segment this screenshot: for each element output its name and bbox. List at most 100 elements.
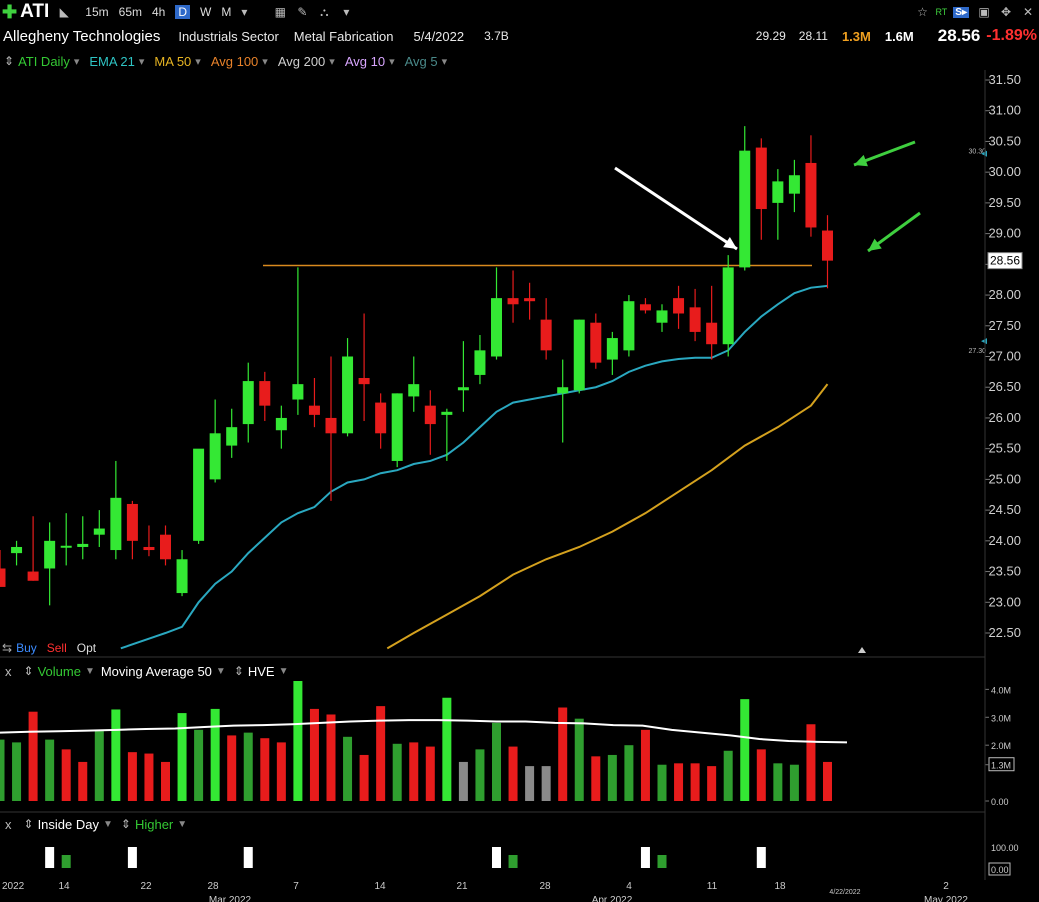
price-tick-label: 27.50 [988,318,1021,333]
chart-canvas[interactable]: 31.5031.0030.5030.0029.5029.0028.5028.00… [0,0,1039,902]
candle [573,319,585,394]
updown-icon[interactable]: ⇕ [24,817,34,831]
chevron-down-icon[interactable]: ▼ [85,666,95,677]
candle [110,460,122,560]
candle [557,359,569,443]
price-tick-label: 29.00 [988,226,1021,241]
candle [739,126,751,271]
price-tick-label: 30.50 [988,133,1021,148]
candle-body [606,338,618,360]
volume-bar [607,754,617,801]
volume-tick-label: 1.3M [991,761,1011,771]
volume-bar [144,753,154,801]
inside-day-bars: 100.00 0.00 [45,843,1019,876]
volume-bar [823,761,832,801]
candle-body [209,433,221,480]
candle [60,513,72,566]
candle-body [375,402,387,434]
chevron-down-icon[interactable]: ▼ [177,819,187,830]
candles [0,126,833,606]
price-tick-label: 31.00 [988,103,1021,118]
volume-ma-label[interactable]: Moving Average 50 [101,664,212,679]
ema-tag-pointer [981,338,987,345]
candle-body [772,181,784,203]
close-volume-panel[interactable]: x [5,664,12,679]
candle [639,298,651,314]
candle-body [557,387,569,394]
candle [193,448,205,544]
ema21-line [120,284,828,650]
candle [722,255,734,357]
candle-body [0,568,6,587]
volume-bar [409,742,419,801]
arrow-head [723,236,737,249]
candle-body [77,543,89,547]
close-indicator-panel[interactable]: x [5,817,12,832]
price-tick-label: 30.00 [988,164,1021,179]
candle-body [491,298,502,357]
candle [772,169,784,240]
hve-label[interactable]: HVE [248,664,275,679]
scroll-marker-icon [858,647,866,653]
price-tick-label: 22.50 [988,625,1021,640]
volume-label[interactable]: Volume [38,664,81,679]
updown-icon[interactable]: ⇕ [234,664,244,678]
trade-icon[interactable]: ⇆ [2,641,12,655]
x-axis-label: 28 [207,881,219,892]
candle-body [27,571,39,581]
volume-bar [0,739,5,801]
candle-body [193,448,205,541]
candle [342,338,354,437]
volume-bar [227,735,237,801]
candle [259,371,271,422]
volume-bar [392,743,402,801]
trade-buttons: ⇆ Buy Sell Opt [2,640,96,656]
x-axis-label: Apr 2022 [592,895,633,902]
price-tick-label: 25.00 [988,471,1021,486]
inside-day-label[interactable]: Inside Day [38,817,99,832]
candle [143,525,155,557]
candle [656,304,668,332]
higher-label[interactable]: Higher [135,817,173,832]
volume-bar [674,763,684,801]
candle [424,390,436,455]
candle [457,341,469,412]
price-tick-label: 23.00 [988,594,1021,609]
candle [689,288,701,342]
candle-body [342,356,354,434]
volume-bar [707,766,717,801]
green-arrow [867,211,921,253]
volume-bar [127,752,137,801]
updown-icon[interactable]: ⇕ [24,664,34,678]
volume-bar [558,707,568,801]
candle [474,334,486,385]
sell-button[interactable]: Sell [47,641,67,655]
chevron-down-icon[interactable]: ▼ [216,666,226,677]
opt-button[interactable]: Opt [77,641,96,655]
candle-body [358,378,370,385]
candle [209,399,221,483]
candle [308,378,320,428]
updown-icon[interactable]: ⇕ [121,817,131,831]
volume-bar [723,750,733,801]
candle-body [706,322,718,345]
candle-body [805,162,817,228]
volume-bar [111,709,121,801]
volume-bar [756,749,766,801]
chevron-down-icon[interactable]: ▼ [103,819,113,830]
chevron-down-icon[interactable]: ▼ [279,666,289,677]
signal-bar [61,855,71,868]
candle-body [507,298,519,305]
signal-bar [756,847,766,868]
buy-button[interactable]: Buy [16,641,37,655]
volume-bar [61,749,71,801]
candle [226,408,238,458]
candle-body [474,350,486,375]
candle-body [259,381,271,406]
volume-tick-label: 3.0M [991,713,1011,723]
x-axis-label: 7 [293,881,299,892]
candle [325,356,337,501]
candle-body [143,546,155,551]
volume-bar [492,722,501,801]
candle [27,516,39,581]
